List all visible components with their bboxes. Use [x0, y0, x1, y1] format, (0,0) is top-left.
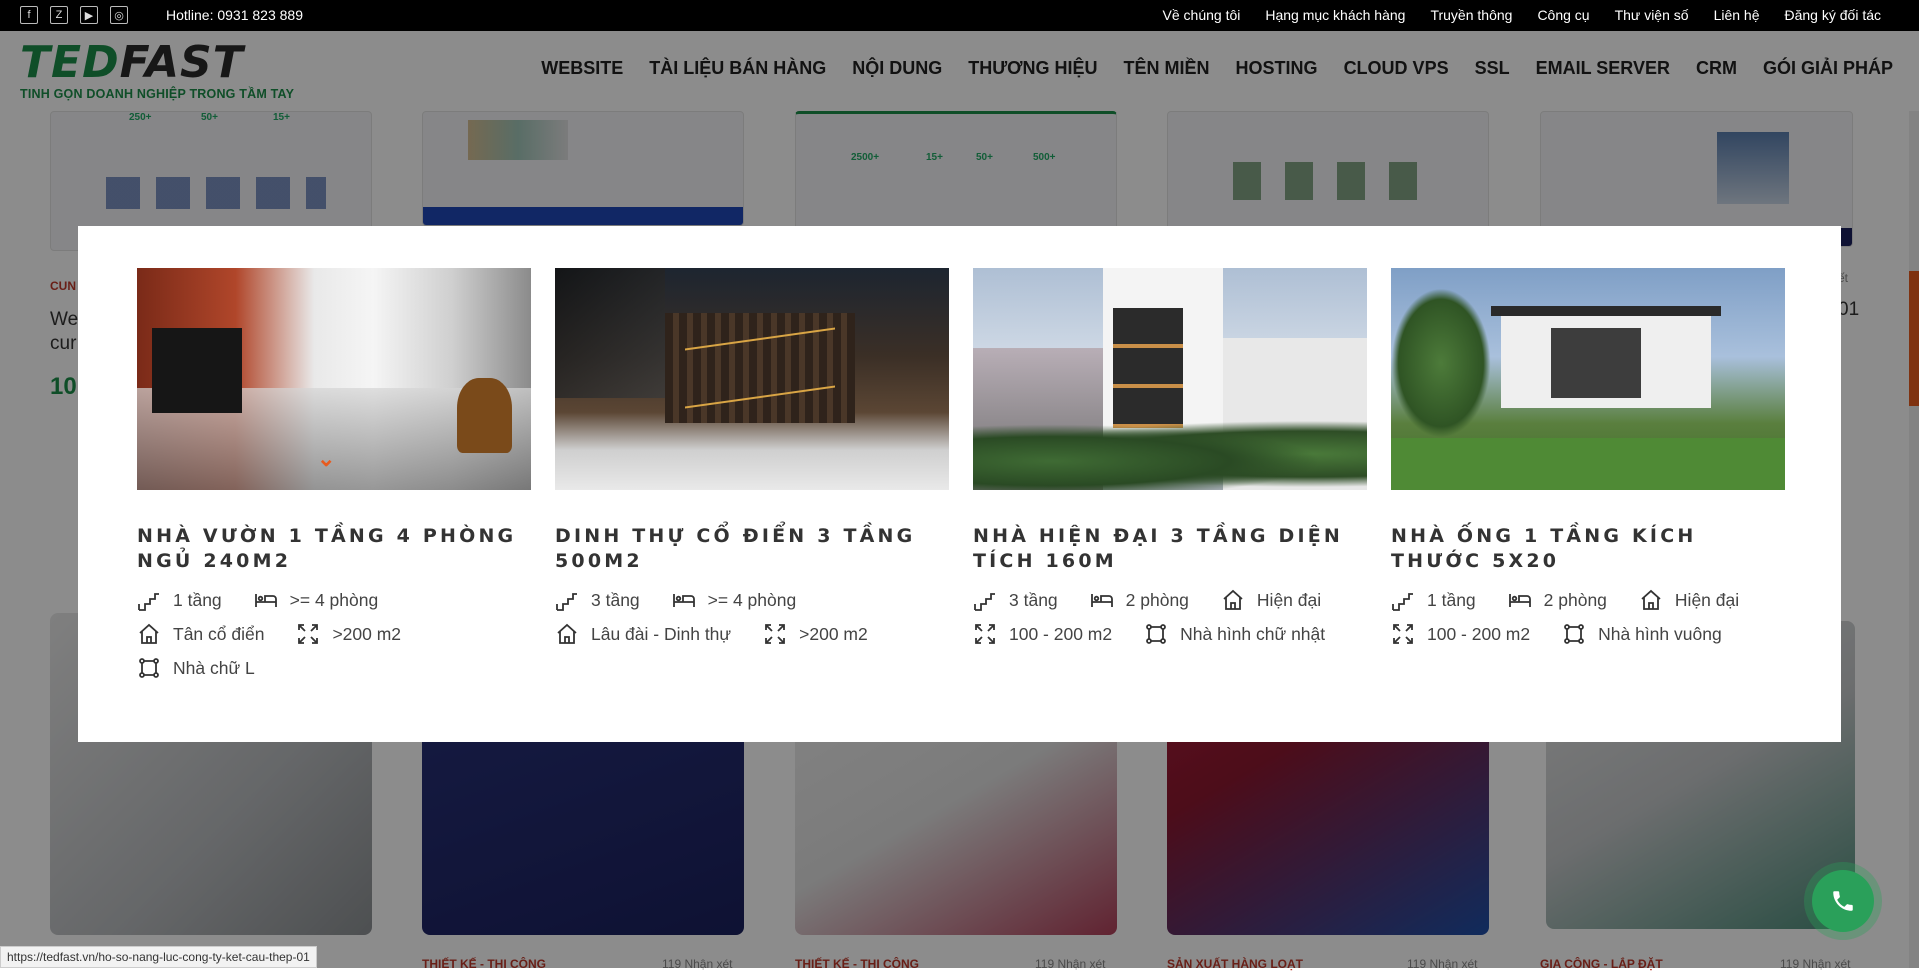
project-features: 3 tầng >= 4 phòng Lâu đài - Dinh thự >20…	[555, 588, 949, 646]
project-title[interactable]: NHÀ VƯỜN 1 TẦNG 4 PHÒNG NGỦ 240M2	[137, 524, 531, 574]
project-card[interactable]: DINH THỰ CỔ ĐIỂN 3 TẦNG 500M2 3 tầng >= …	[555, 268, 949, 646]
feature-floors: 1 tầng	[137, 588, 222, 612]
project-card[interactable]: ⌄ NHÀ VƯỜN 1 TẦNG 4 PHÒNG NGỦ 240M2 1 tầ…	[137, 268, 531, 680]
top-link-library[interactable]: Thư viện số	[1615, 7, 1689, 23]
house-icon	[557, 623, 577, 644]
feature-shape: Nhà hình chữ nhật	[1144, 622, 1325, 646]
feature-floors: 1 tầng	[1391, 588, 1476, 612]
house-icon	[139, 623, 159, 644]
facebook-icon[interactable]: f	[20, 6, 38, 24]
project-image[interactable]	[1391, 268, 1785, 490]
project-features: 1 tầng >= 4 phòng Tân cổ điển >200 m2 Nh…	[137, 588, 531, 680]
feature-rooms: 2 phòng	[1508, 588, 1607, 612]
feature-shape: Nhà chữ L	[137, 656, 255, 680]
feature-style: Lâu đài - Dinh thự	[555, 622, 731, 646]
stairs-icon	[556, 593, 577, 611]
project-card[interactable]: NHÀ ỐNG 1 TẦNG KÍCH THƯỚC 5X20 1 tầng 2 …	[1391, 268, 1785, 646]
chevron-down-icon: ⌄	[317, 446, 336, 471]
feature-floors: 3 tầng	[555, 588, 640, 612]
feature-style: Hiện đại	[1639, 588, 1739, 612]
top-link-tools[interactable]: Công cụ	[1537, 7, 1589, 23]
project-features: 3 tầng 2 phòng Hiện đại 100 - 200 m2 Nhà…	[973, 588, 1367, 646]
feature-area: 100 - 200 m2	[1391, 622, 1530, 646]
feature-style: Tân cổ điển	[137, 622, 264, 646]
feature-shape: Nhà hình vuông	[1562, 622, 1722, 646]
feature-style: Hiện đại	[1221, 588, 1321, 612]
top-link-media[interactable]: Truyền thông	[1430, 7, 1512, 23]
project-features: 1 tầng 2 phòng Hiện đại 100 - 200 m2 Nhà…	[1391, 588, 1785, 646]
feature-rooms: >= 4 phòng	[672, 588, 796, 612]
project-image[interactable]	[973, 268, 1367, 490]
project-image[interactable]: ⌄	[137, 268, 531, 490]
area-icon	[298, 624, 319, 644]
bed-icon	[1508, 594, 1531, 607]
top-links: Về chúng tôi Hạng mục khách hàng Truyền …	[1163, 7, 1881, 23]
top-link-partner[interactable]: Đăng ký đối tác	[1785, 7, 1882, 23]
top-link-contact[interactable]: Liên hệ	[1714, 7, 1760, 23]
browser-status-url: https://tedfast.vn/ho-so-nang-luc-cong-t…	[0, 946, 317, 968]
phone-icon	[1833, 891, 1853, 911]
stairs-icon	[974, 593, 995, 611]
stairs-icon	[138, 593, 159, 611]
project-card[interactable]: NHÀ HIỆN ĐẠI 3 TẦNG DIỆN TÍCH 160M 3 tần…	[973, 268, 1367, 646]
hotline[interactable]: Hotline: 0931 823 889	[166, 7, 303, 23]
shape-icon	[139, 658, 159, 678]
instagram-icon[interactable]: ◎	[110, 6, 128, 24]
bed-icon	[672, 594, 695, 607]
call-button[interactable]	[1812, 870, 1874, 932]
project-title[interactable]: NHÀ ỐNG 1 TẦNG KÍCH THƯỚC 5X20	[1391, 524, 1785, 574]
top-link-about[interactable]: Về chúng tôi	[1163, 7, 1241, 23]
feature-area: >200 m2	[763, 622, 868, 646]
feature-floors: 3 tầng	[973, 588, 1058, 612]
feature-area: 100 - 200 m2	[973, 622, 1112, 646]
project-title[interactable]: NHÀ HIỆN ĐẠI 3 TẦNG DIỆN TÍCH 160M	[973, 524, 1367, 574]
house-icon	[1223, 589, 1243, 610]
shape-icon	[1146, 624, 1167, 644]
top-link-clients[interactable]: Hạng mục khách hàng	[1265, 7, 1405, 23]
feature-rooms: 2 phòng	[1090, 588, 1189, 612]
bed-icon	[254, 594, 277, 607]
shape-icon	[1564, 624, 1585, 644]
area-icon	[765, 624, 786, 644]
project-title[interactable]: DINH THỰ CỔ ĐIỂN 3 TẦNG 500M2	[555, 524, 949, 574]
feature-area: >200 m2	[296, 622, 401, 646]
zalo-icon[interactable]: Z	[50, 6, 68, 24]
area-icon	[1393, 624, 1413, 644]
feature-rooms: >= 4 phòng	[254, 588, 378, 612]
project-modal: ⌄ NHÀ VƯỜN 1 TẦNG 4 PHÒNG NGỦ 240M2 1 tầ…	[78, 226, 1841, 742]
bed-icon	[1090, 594, 1113, 607]
youtube-icon[interactable]: ▶	[80, 6, 98, 24]
project-image[interactable]	[555, 268, 949, 490]
top-bar: f Z ▶ ◎ Hotline: 0931 823 889 Về chúng t…	[0, 0, 1919, 31]
social-links: f Z ▶ ◎	[20, 6, 128, 24]
stairs-icon	[1392, 593, 1413, 611]
house-icon	[1641, 589, 1661, 610]
area-icon	[975, 624, 995, 644]
